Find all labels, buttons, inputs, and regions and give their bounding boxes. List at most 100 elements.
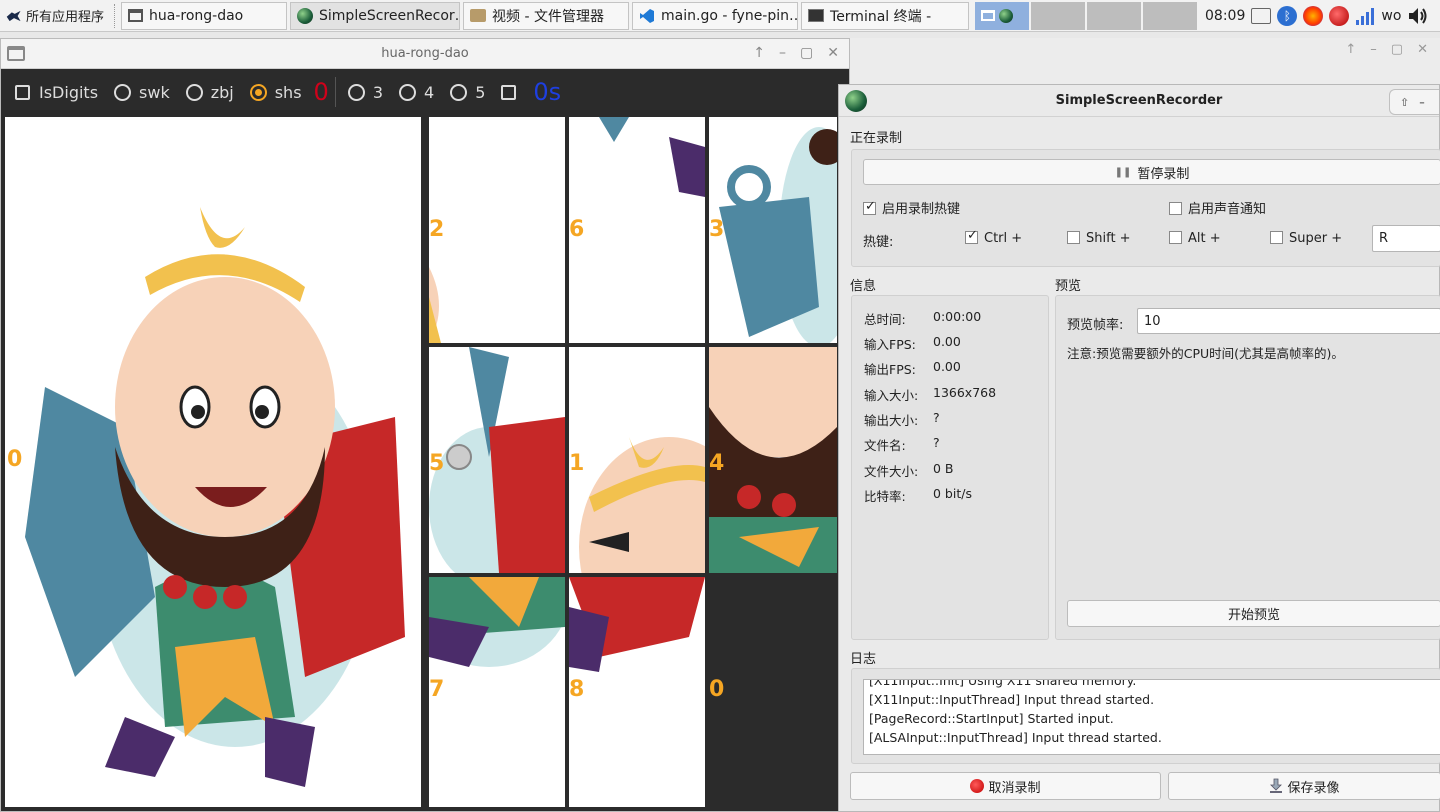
task-hua-rong-dao[interactable]: hua-rong-dao [121, 1, 288, 30]
extra-checkbox[interactable] [501, 84, 525, 100]
sound-notify-checkbox[interactable]: 启用声音通知 [1169, 198, 1266, 217]
workspace-4[interactable] [1143, 1, 1198, 30]
close-icon[interactable]: ✕ [827, 45, 839, 61]
puzzle-tile[interactable]: 7 [429, 577, 565, 807]
puzzle-tile[interactable]: 0 [5, 117, 421, 807]
enable-hotkey-checkbox[interactable]: 启用录制热键 [863, 198, 960, 217]
start-preview-button[interactable]: 开始预览 [1067, 600, 1440, 627]
info-row: 文件大小: 0 B [864, 461, 954, 480]
task-simplescreenrecorder[interactable]: SimpleScreenRecor… [290, 1, 461, 30]
workspace-2[interactable] [1031, 1, 1086, 30]
minimize-icon[interactable]: – [779, 45, 786, 61]
tile-number: 0 [709, 677, 725, 702]
tile-number: 4 [709, 451, 725, 476]
network-signal-icon[interactable] [1355, 7, 1375, 25]
ssr-window: SimpleScreenRecorder ⇧ – 正在录制 ❚❚ 暂停录制 启用… [838, 84, 1440, 812]
puzzle-tile[interactable]: 5 [429, 347, 565, 573]
puzzle-tile[interactable]: 6 [569, 117, 705, 343]
ssr-titlebar[interactable]: SimpleScreenRecorder ⇧ – [839, 85, 1439, 117]
workspace-switcher[interactable] [975, 1, 1198, 30]
clock[interactable]: 08:09 [1205, 8, 1245, 24]
shift-label: Shift + [1086, 231, 1131, 246]
radio-swk[interactable]: swk [114, 83, 170, 102]
shift-checkbox[interactable]: Shift + [1067, 231, 1131, 246]
pin-icon[interactable]: ↑ [1345, 42, 1356, 57]
pin-icon[interactable]: ↑ [753, 45, 765, 61]
task-file-manager[interactable]: 视频 - 文件管理器 [463, 1, 630, 30]
bluetooth-icon[interactable]: ᛒ [1277, 5, 1298, 26]
enable-hotkey-label: 启用录制热键 [882, 202, 961, 217]
isdigits-checkbox[interactable]: IsDigits [15, 83, 98, 102]
tile-number: 0 [7, 447, 23, 472]
save-recording-button[interactable]: 保存录像 [1168, 772, 1440, 800]
info-key: 输入大小: [864, 388, 919, 403]
radio-size-4[interactable]: 4 [399, 83, 434, 102]
hrd-window-title: hua-rong-dao [381, 46, 469, 61]
ssr-icon [999, 8, 1014, 23]
pause-recording-button[interactable]: ❚❚ 暂停录制 [863, 159, 1440, 185]
puzzle-tile[interactable]: 2 [429, 117, 565, 343]
task-label: 视频 - 文件管理器 [492, 8, 604, 25]
workspace-3[interactable] [1087, 1, 1142, 30]
system-tray: 08:09 ᛒ wo [1205, 5, 1429, 26]
hotkey-key-value: R [1379, 231, 1389, 246]
info-key: 比特率: [864, 489, 906, 504]
tile-illustration [709, 347, 837, 573]
info-key: 文件名: [864, 438, 906, 453]
info-row: 文件名:? [864, 435, 940, 454]
volume-icon[interactable] [1407, 6, 1429, 26]
checkbox-checked [863, 199, 876, 215]
info-value: 0.00 [933, 334, 961, 349]
pause-recording-label: 暂停录制 [1137, 166, 1190, 182]
tile-illustration [569, 577, 705, 672]
radio-zbj[interactable]: zbj [185, 82, 234, 102]
hotkey-label: 热键: [863, 235, 894, 250]
cancel-recording-button[interactable]: 取消录制 [850, 772, 1161, 800]
log-line: [X11Input::InputThread] Input thread sta… [869, 692, 1155, 707]
terminal-icon [808, 9, 825, 22]
start-menu-button[interactable]: 所有应用程序 [0, 0, 110, 32]
log-line: [PageRecord::StartInput] Started input. [869, 711, 1114, 726]
hotkey-key-select[interactable]: R [1372, 225, 1440, 252]
empty-slot: 0 [709, 577, 837, 807]
task-terminal[interactable]: Terminal 终端 - [801, 1, 970, 30]
sound-notify-label: 启用声音通知 [1188, 202, 1267, 217]
hrd-titlebar[interactable]: hua-rong-dao ↑ – ▢ ✕ [1, 39, 849, 69]
firefox-icon[interactable] [1303, 5, 1324, 26]
log-output[interactable]: [X11Input::Init] Using X11 shared memory… [863, 679, 1440, 755]
task-vscode[interactable]: main.go - fyne-pin… [632, 1, 799, 30]
maximize-icon[interactable]: ▢ [800, 45, 813, 61]
pin-icon[interactable]: ⇧ [1400, 96, 1409, 109]
info-key: 总时间: [864, 312, 906, 327]
start-preview-label: 开始预览 [1227, 608, 1280, 623]
puzzle-tile[interactable]: 8 [569, 577, 705, 807]
minimize-icon[interactable]: – [1419, 96, 1425, 109]
super-checkbox[interactable]: Super + [1270, 231, 1342, 246]
radio-label: zbj [210, 82, 234, 102]
workspace-1[interactable] [975, 1, 1030, 30]
save-recording-label: 保存录像 [1287, 780, 1340, 796]
radio-circle [399, 83, 416, 101]
puzzle-tile[interactable]: 1 [569, 347, 705, 573]
restore-icon[interactable]: ▢ [1391, 42, 1403, 57]
radio-shs[interactable]: shs [249, 83, 302, 102]
keyboard-icon[interactable] [1251, 7, 1272, 24]
alt-checkbox[interactable]: Alt + [1169, 231, 1221, 246]
tile-illustration [579, 437, 705, 573]
checkbox-box [1270, 231, 1283, 244]
user-label[interactable]: wo [1381, 8, 1401, 24]
info-value: 0.00 [933, 359, 961, 374]
tile-number: 7 [429, 677, 445, 702]
radio-circle [185, 83, 203, 101]
radio-size-5[interactable]: 5 [450, 83, 485, 102]
puzzle-tile[interactable]: 3 [709, 117, 837, 343]
radio-size-3[interactable]: 3 [347, 83, 383, 102]
puzzle-tile[interactable]: 4 [709, 347, 837, 573]
minimize-icon[interactable]: – [1370, 42, 1377, 57]
info-group: 总时间: 0:00:00 输入FPS: 0.00 输出FPS: 0.00 输入大小: 1… [851, 295, 1049, 640]
preview-fps-input[interactable]: 10 [1137, 308, 1440, 334]
close-icon[interactable]: ✕ [1417, 42, 1428, 57]
radio-label: 4 [424, 82, 435, 102]
record-icon[interactable] [1329, 5, 1350, 26]
ctrl-checkbox[interactable]: Ctrl + [965, 228, 1022, 246]
